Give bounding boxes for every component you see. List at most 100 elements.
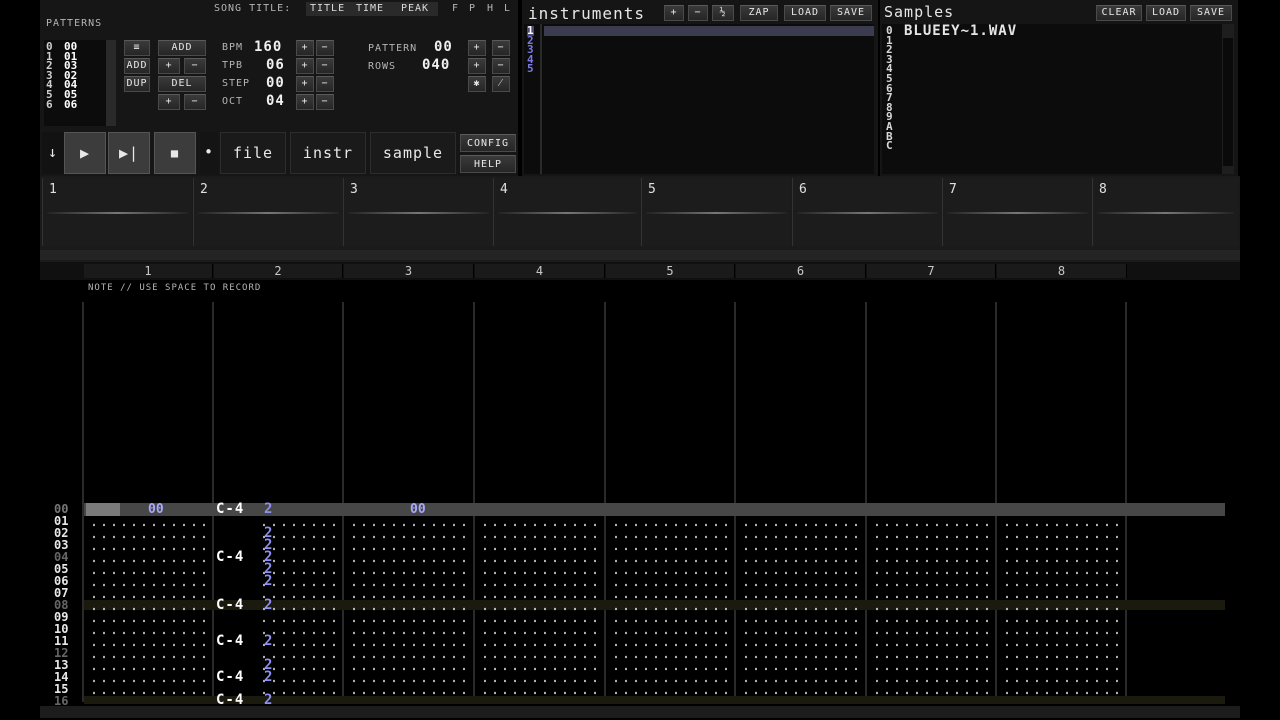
step-minus-button[interactable]: − bbox=[316, 76, 334, 92]
samples-scrollbar-thumb[interactable] bbox=[1223, 38, 1233, 166]
sample-name[interactable]: BLUEEY~1.WAV bbox=[904, 23, 1017, 39]
menu-title[interactable]: TITLE bbox=[310, 3, 345, 14]
bpm-minus-button[interactable]: − bbox=[316, 40, 334, 56]
track-scope-4[interactable]: 4 bbox=[493, 178, 641, 246]
instrument-half-button[interactable]: ½ bbox=[712, 5, 734, 21]
pattern-add-button[interactable]: ADD bbox=[124, 58, 150, 74]
pattern-dup-button[interactable]: DUP bbox=[124, 76, 150, 92]
pattern-number-value[interactable]: 00 bbox=[434, 39, 453, 55]
pattern-plus2-button[interactable]: + bbox=[158, 94, 180, 110]
note-cell[interactable]: C-4 bbox=[216, 633, 244, 649]
instrument-selected-row[interactable] bbox=[544, 26, 874, 36]
track-scope-5[interactable]: 5 bbox=[641, 178, 791, 246]
track-scope-2[interactable]: 2 bbox=[193, 178, 343, 246]
sample-index[interactable]: C bbox=[886, 140, 893, 151]
channel-7-cells[interactable] bbox=[869, 516, 993, 702]
pattern-number-plus-button[interactable]: + bbox=[468, 40, 486, 56]
channel-5-cells[interactable] bbox=[608, 516, 732, 702]
oct-plus-button[interactable]: + bbox=[296, 94, 314, 110]
menu-peak[interactable]: PEAK bbox=[401, 3, 429, 14]
pattern-list-scrollbar[interactable] bbox=[106, 40, 116, 126]
cursor-cell[interactable] bbox=[86, 503, 120, 516]
instr-button[interactable]: instr bbox=[290, 132, 366, 174]
channel-header-8[interactable]: 8 bbox=[997, 264, 1127, 278]
pattern-minus-button[interactable]: − bbox=[184, 58, 206, 74]
stop-button[interactable]: ■ bbox=[154, 132, 196, 174]
play-button[interactable]: ▶ bbox=[64, 132, 106, 174]
help-button[interactable]: HELP bbox=[460, 155, 516, 173]
channel-header-2[interactable]: 2 bbox=[214, 264, 343, 278]
channel-header-3[interactable]: 3 bbox=[344, 264, 474, 278]
track-scope-6[interactable]: 6 bbox=[792, 178, 942, 246]
channel-4-cells[interactable] bbox=[477, 516, 601, 702]
flag-f[interactable]: F bbox=[452, 3, 459, 14]
instrument-cell[interactable]: 2 bbox=[264, 597, 272, 613]
bpm-value[interactable]: 160 bbox=[254, 39, 282, 55]
flag-p[interactable]: P bbox=[469, 3, 476, 14]
rows-divide-button[interactable]: ⁄ bbox=[492, 76, 510, 92]
instrument-zap-button[interactable]: ZAP bbox=[740, 5, 778, 21]
oct-value[interactable]: 04 bbox=[266, 93, 285, 109]
samples-save-button[interactable]: SAVE bbox=[1190, 5, 1232, 21]
pattern-del-button[interactable]: DEL bbox=[158, 76, 206, 92]
channel-1-cells[interactable] bbox=[86, 516, 210, 702]
channel-1-volume[interactable]: 00 bbox=[148, 502, 164, 517]
channel-header-7[interactable]: 7 bbox=[867, 264, 996, 278]
sample-button[interactable]: sample bbox=[370, 132, 456, 174]
note-cell[interactable]: C-4 bbox=[216, 501, 244, 517]
channel-8-cells[interactable] bbox=[999, 516, 1123, 702]
menu-time[interactable]: TIME bbox=[356, 3, 384, 14]
channel-header-6[interactable]: 6 bbox=[736, 264, 866, 278]
instrument-add-button[interactable]: + bbox=[664, 5, 684, 21]
channel-3-volume[interactable]: 00 bbox=[410, 502, 426, 517]
pattern-number-minus-button[interactable]: − bbox=[492, 40, 510, 56]
rows-minus-button[interactable]: − bbox=[492, 58, 510, 74]
instrument-cell[interactable]: 2 bbox=[264, 573, 272, 589]
oct-minus-button[interactable]: − bbox=[316, 94, 334, 110]
samples-load-button[interactable]: LOAD bbox=[1146, 5, 1186, 21]
instrument-cell[interactable]: 2 bbox=[264, 633, 272, 649]
instrument-index[interactable]: 5 bbox=[527, 64, 534, 75]
instrument-save-button[interactable]: SAVE bbox=[830, 5, 872, 21]
channel-6-cells[interactable] bbox=[738, 516, 862, 702]
tpb-plus-button[interactable]: + bbox=[296, 58, 314, 74]
instrument-cell[interactable]: 2 bbox=[264, 501, 272, 517]
track-scope-1[interactable]: 1 bbox=[42, 178, 192, 246]
pattern-minus2-button[interactable]: − bbox=[184, 94, 206, 110]
pattern-plus-button[interactable]: + bbox=[158, 58, 180, 74]
instrument-load-button[interactable]: LOAD bbox=[784, 5, 826, 21]
down-arrow-button[interactable]: ↓ bbox=[42, 132, 64, 174]
rows-plus-button[interactable]: + bbox=[468, 58, 486, 74]
track-scope-8[interactable]: 8 bbox=[1092, 178, 1238, 246]
tpb-value[interactable]: 06 bbox=[266, 57, 285, 73]
channel-header-5[interactable]: 5 bbox=[606, 264, 735, 278]
config-button[interactable]: CONFIG bbox=[460, 134, 516, 152]
instrument-list[interactable] bbox=[524, 24, 874, 174]
instrument-cell[interactable]: 2 bbox=[264, 669, 272, 685]
scope-scrollbar[interactable] bbox=[40, 250, 1240, 260]
samples-list[interactable] bbox=[882, 24, 1222, 174]
channel-3-cells[interactable] bbox=[346, 516, 470, 702]
samples-clear-button[interactable]: CLEAR bbox=[1096, 5, 1142, 21]
flag-l[interactable]: L bbox=[504, 3, 511, 14]
tpb-minus-button[interactable]: − bbox=[316, 58, 334, 74]
channel-header-4[interactable]: 4 bbox=[475, 264, 605, 278]
instrument-remove-button[interactable]: − bbox=[688, 5, 708, 21]
step-plus-button[interactable]: + bbox=[296, 76, 314, 92]
file-button[interactable]: file bbox=[220, 132, 286, 174]
note-cell[interactable]: C-4 bbox=[216, 549, 244, 565]
pattern-menu-button[interactable]: ≡ bbox=[124, 40, 150, 56]
pattern-value[interactable]: 06 bbox=[64, 99, 77, 110]
play-pattern-button[interactable]: ▶| bbox=[108, 132, 150, 174]
flag-h[interactable]: H bbox=[487, 3, 494, 14]
note-cell[interactable]: C-4 bbox=[216, 669, 244, 685]
channel-header-1[interactable]: 1 bbox=[84, 264, 213, 278]
samples-scrollbar[interactable] bbox=[1222, 24, 1234, 174]
record-dot-button[interactable]: • bbox=[200, 132, 218, 174]
rows-value[interactable]: 040 bbox=[422, 57, 450, 73]
rows-multiply-button[interactable]: ✱ bbox=[468, 76, 486, 92]
step-value[interactable]: 00 bbox=[266, 75, 285, 91]
pattern-add-top-button[interactable]: ADD bbox=[158, 40, 206, 56]
track-scope-3[interactable]: 3 bbox=[343, 178, 493, 246]
note-cell[interactable]: C-4 bbox=[216, 597, 244, 613]
